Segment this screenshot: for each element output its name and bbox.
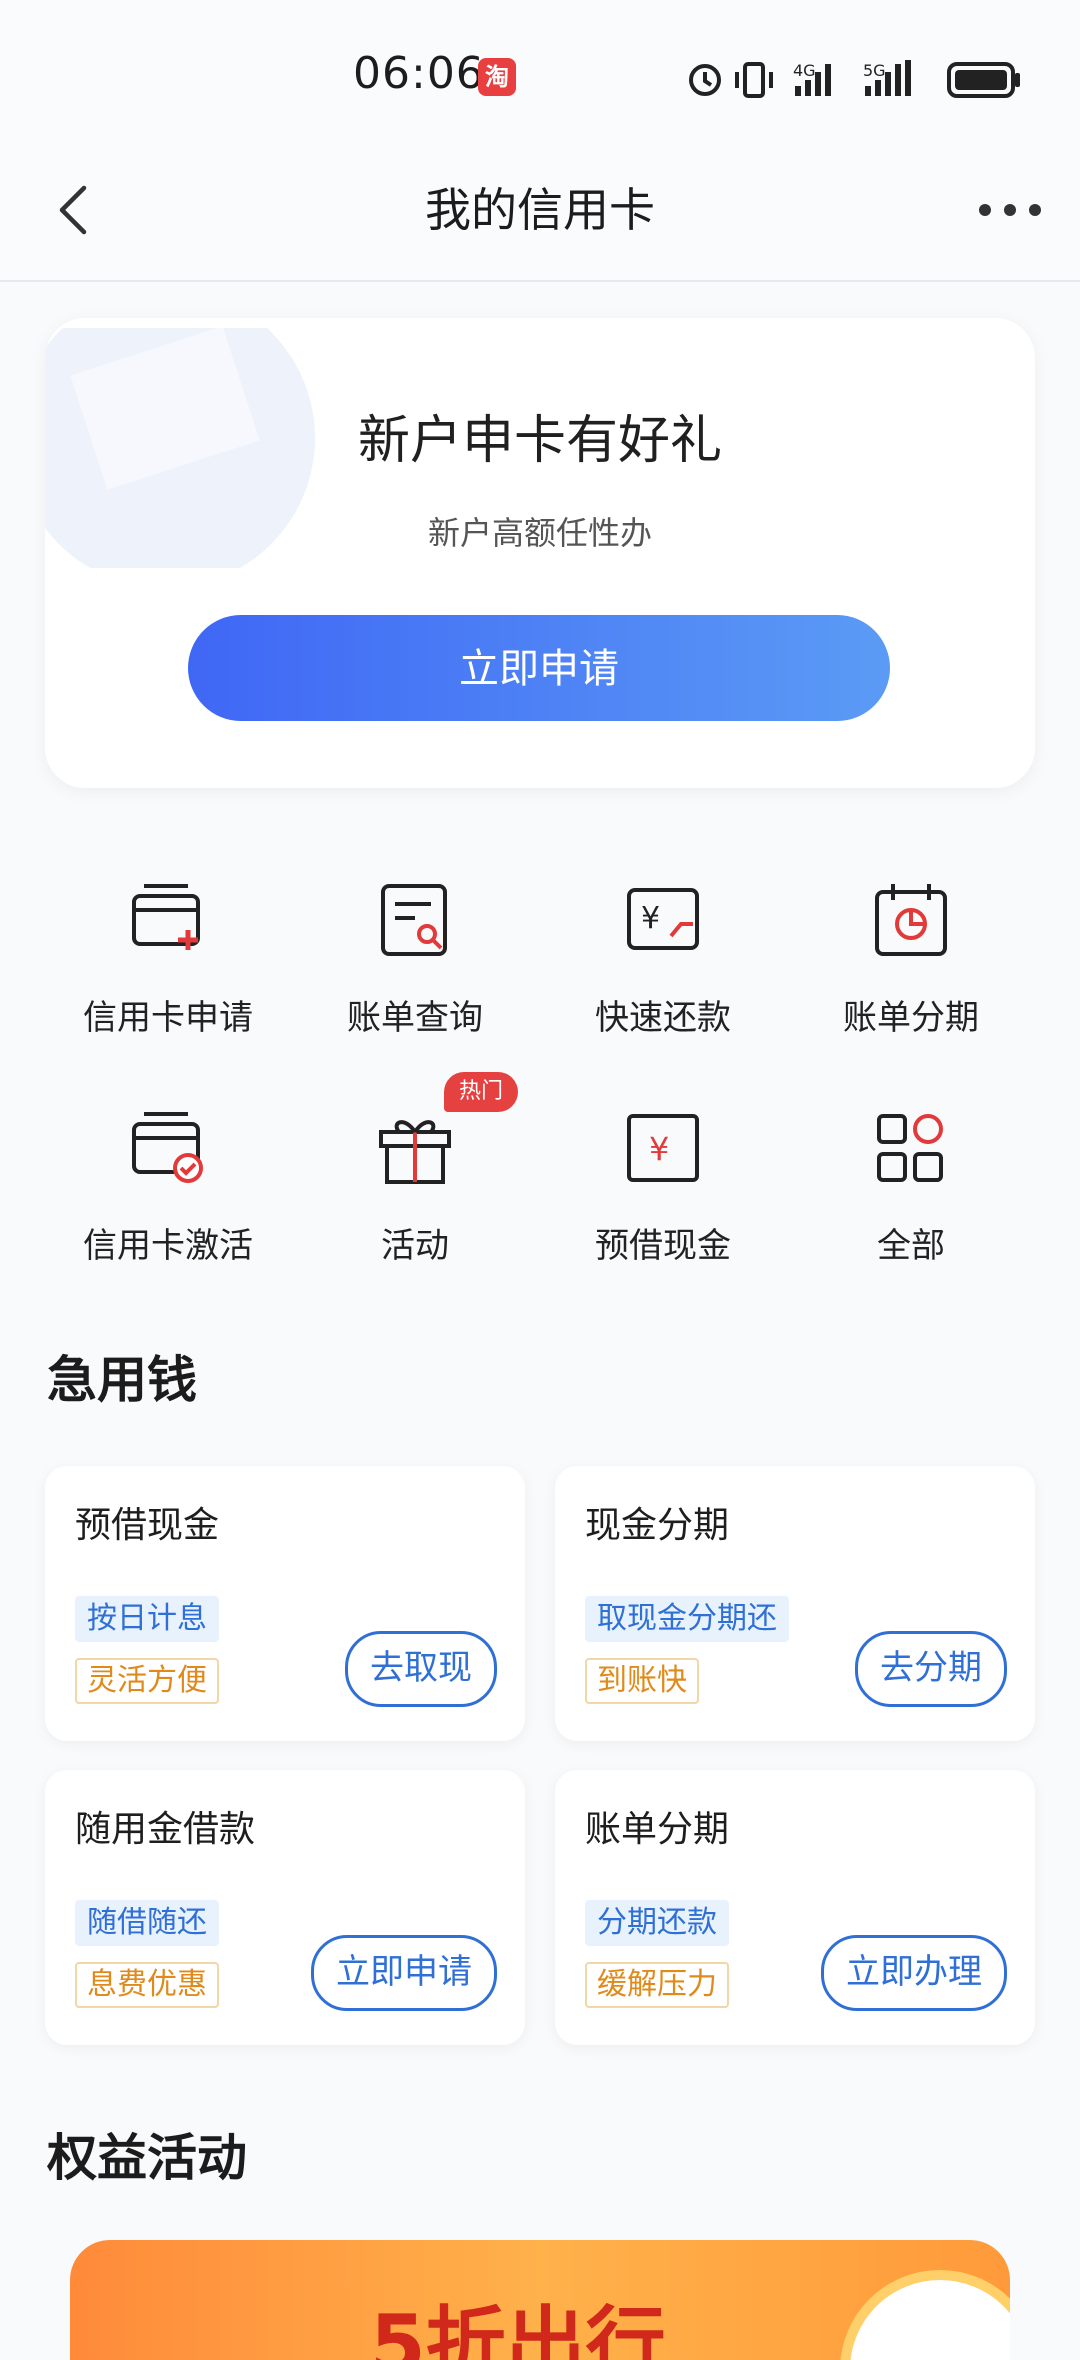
cash-advance-icon: ¥: [627, 1114, 699, 1182]
svg-text:¥: ¥: [641, 901, 660, 936]
svg-text:¥: ¥: [649, 1130, 669, 1168]
hot-badge: 热门: [444, 1072, 518, 1112]
network-4g-label: 4G: [793, 61, 816, 80]
page-title: 我的信用卡: [425, 183, 655, 237]
service-all[interactable]: 全部: [786, 1108, 1036, 1288]
quick-repay-icon: ¥: [627, 888, 699, 950]
bill-search-icon: [381, 884, 447, 956]
service-label: 活动: [381, 1226, 449, 1266]
card-bill-installment[interactable]: 账单分期 分期还款 缓解压力 立即办理: [555, 1770, 1035, 2045]
calendar-installment-icon: [875, 884, 947, 956]
network-5g-label: 5G: [863, 61, 886, 80]
gift-icon: [379, 1120, 451, 1184]
card-add-icon: [132, 884, 200, 950]
apply-loan-button[interactable]: 立即申请: [311, 1935, 497, 2011]
new-user-promo-card: 新户申卡有好礼 新户高额任性办 立即申请: [45, 318, 1035, 788]
card-flexible-loan[interactable]: 随用金借款 随借随还 息费优惠 立即申请: [45, 1770, 525, 2045]
status-icons: 4G 5G: [689, 60, 1020, 98]
taobao-notification-icon: 淘: [478, 58, 516, 96]
card-cash-advance[interactable]: 预借现金 按日计息 灵活方便 去取现: [45, 1466, 525, 1741]
installment-button[interactable]: 去分期: [855, 1631, 1007, 1707]
tag-blue: 随借随还: [75, 1900, 219, 1946]
tag-orange: 灵活方便: [75, 1658, 219, 1704]
service-label: 信用卡申请: [83, 998, 253, 1038]
card-title: 随用金借款: [75, 1809, 256, 1850]
battery-icon: [947, 62, 1020, 98]
service-cash-advance[interactable]: ¥ 预借现金: [538, 1108, 788, 1288]
tag-blue: 分期还款: [585, 1900, 729, 1946]
card-cash-installment[interactable]: 现金分期 取现金分期还 到账快 去分期: [555, 1466, 1035, 1741]
service-label: 快速还款: [595, 998, 731, 1038]
card-title: 账单分期: [585, 1809, 730, 1850]
service-activity[interactable]: 活动: [290, 1108, 540, 1288]
service-bill-query[interactable]: 账单查询: [290, 880, 540, 1060]
promo-title: 新户申卡有好礼: [357, 411, 722, 471]
banner-badge-icon: [840, 2270, 1010, 2360]
card-title: 预借现金: [75, 1505, 220, 1546]
service-card-activate[interactable]: 信用卡激活: [43, 1108, 293, 1288]
banner-text: 5折出行: [370, 2298, 666, 2360]
card-title: 现金分期: [585, 1505, 730, 1546]
service-quick-repay[interactable]: ¥ 快速还款: [538, 880, 788, 1060]
service-label: 账单查询: [347, 998, 483, 1038]
service-label: 预借现金: [595, 1226, 731, 1266]
alarm-icon: [689, 64, 721, 96]
tag-blue: 取现金分期还: [585, 1596, 789, 1642]
process-now-button[interactable]: 立即办理: [821, 1935, 1007, 2011]
more-options-icon[interactable]: [975, 180, 1045, 240]
card-activate-icon: [132, 1112, 203, 1183]
all-grid-icon: [877, 1114, 943, 1182]
apply-now-button[interactable]: 立即申请: [188, 615, 890, 721]
section-title-urgent: 急用钱: [47, 1351, 197, 1409]
promo-subtitle: 新户高额任性办: [427, 514, 652, 552]
service-label: 账单分期: [843, 998, 979, 1038]
service-bill-installment[interactable]: 账单分期: [786, 880, 1036, 1060]
withdraw-button[interactable]: 去取现: [345, 1631, 497, 1707]
section-title-benefits: 权益活动: [47, 2129, 247, 2187]
vibrate-icon: [735, 62, 773, 98]
tag-blue: 按日计息: [75, 1596, 219, 1642]
service-card-apply[interactable]: 信用卡申请: [43, 880, 293, 1060]
tag-orange: 到账快: [585, 1658, 699, 1704]
status-time: 06:06: [353, 48, 485, 99]
tag-orange: 息费优惠: [75, 1962, 219, 2008]
service-label: 全部: [877, 1226, 945, 1266]
service-label: 信用卡激活: [83, 1226, 253, 1266]
benefits-banner[interactable]: 5折出行: [70, 2240, 1010, 2360]
tag-orange: 缓解压力: [585, 1962, 729, 2008]
